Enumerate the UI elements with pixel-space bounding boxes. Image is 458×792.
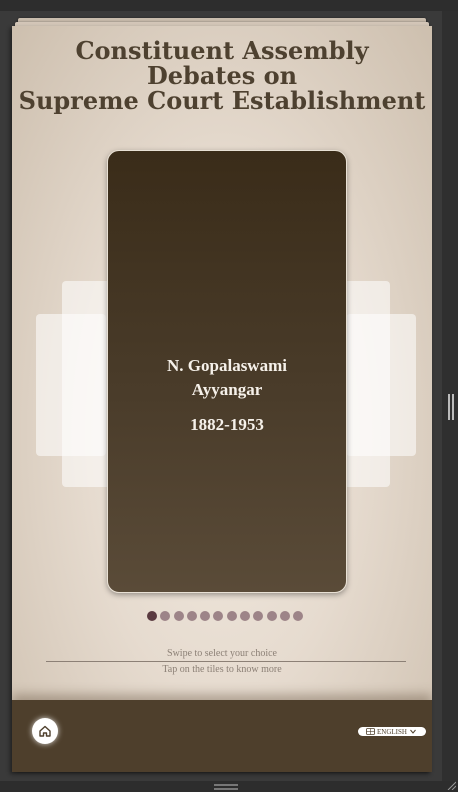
carousel-card-far-right[interactable] — [346, 314, 416, 456]
chevron-down-icon — [410, 729, 416, 734]
carousel-card-active[interactable]: N. Gopalaswami Ayyangar 1882-1953 — [107, 150, 347, 593]
title-line-3: Supreme Court Establishment — [18, 86, 426, 115]
hint-divider — [46, 661, 406, 662]
pagination-dot[interactable] — [173, 611, 184, 621]
side-panel — [442, 11, 458, 781]
pagination-dot[interactable] — [160, 611, 171, 621]
pagination-dot[interactable] — [200, 611, 211, 621]
title-line-1: Constituent Assembly — [75, 36, 369, 65]
pagination-dot[interactable] — [253, 611, 264, 621]
language-label: ENGLISH — [377, 727, 407, 736]
carousel-pagination — [147, 611, 304, 621]
pagination-dot[interactable] — [147, 611, 157, 621]
language-selector[interactable]: ENGLISH — [358, 727, 426, 736]
pagination-dot[interactable] — [266, 611, 277, 621]
panel-resize-handle[interactable] — [448, 394, 454, 420]
window-top-bar — [0, 0, 458, 11]
kiosk-screen: Constituent Assembly Debates on Supreme … — [12, 26, 432, 772]
tap-hint: Tap on the tiles to know more — [162, 664, 282, 675]
pagination-dot[interactable] — [279, 611, 290, 621]
window-bottom-bar — [0, 781, 458, 792]
pagination-dot[interactable] — [213, 611, 224, 621]
home-button[interactable] — [32, 718, 58, 744]
globe-icon — [366, 728, 375, 735]
resize-corner-icon[interactable] — [446, 780, 456, 790]
page-title: Constituent Assembly Debates on Supreme … — [12, 38, 432, 113]
pagination-dot[interactable] — [240, 611, 251, 621]
person-name-line-2: Ayyangar — [191, 380, 263, 399]
pagination-dot[interactable] — [293, 611, 304, 621]
swipe-hint: Swipe to select your choice — [167, 648, 277, 659]
pagination-dot[interactable] — [186, 611, 197, 621]
home-icon — [39, 725, 51, 737]
person-name: N. Gopalaswami Ayyangar — [108, 354, 346, 402]
person-years: 1882-1953 — [190, 415, 264, 434]
title-line-2: Debates on — [146, 61, 298, 90]
bottom-resize-handle[interactable] — [214, 784, 238, 790]
pagination-dot[interactable] — [226, 611, 237, 621]
footer-bar: ENGLISH — [12, 700, 432, 772]
person-name-line-1: N. Gopalaswami — [167, 356, 287, 375]
